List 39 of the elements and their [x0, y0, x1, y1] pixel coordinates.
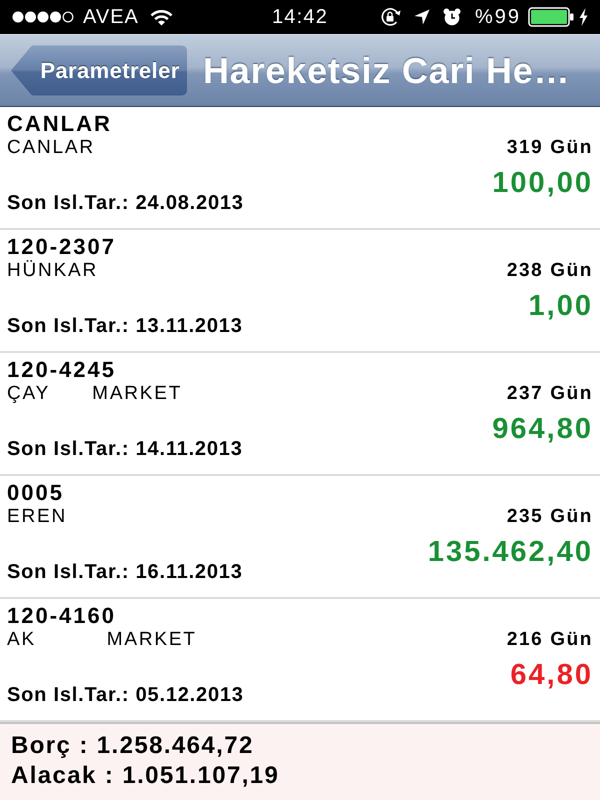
inactive-days: 238 Gün	[506, 260, 593, 282]
account-name: AK MARKET	[7, 629, 197, 651]
battery-percentage: %99	[474, 5, 521, 29]
location-arrow-icon	[414, 9, 430, 25]
battery-icon	[528, 7, 574, 27]
last-transaction-date: Son Isl.Tar.: 16.11.2013	[7, 561, 243, 583]
account-code: 120-4245	[7, 357, 116, 383]
balance-amount: 100,00	[492, 166, 593, 200]
charging-bolt-icon	[579, 8, 588, 26]
screen-title: Hareketsiz Cari He…	[203, 50, 570, 92]
account-code: CANLAR	[7, 111, 112, 137]
signal-strength-icon	[12, 11, 74, 23]
inactive-days: 216 Gün	[506, 629, 593, 651]
balance-amount: 135.462,40	[428, 535, 593, 569]
total-line: Borç : 1.258.464,72	[11, 731, 254, 761]
total-line: Alacak : 1.051.107,19	[11, 761, 280, 791]
inactive-days: 319 Gün	[506, 137, 593, 159]
balance-amount: 1,00	[528, 289, 593, 323]
clock-time: 14:42	[272, 5, 328, 29]
account-name: EREN	[7, 506, 67, 528]
account-code: 0005	[7, 480, 64, 506]
last-transaction-date: Son Isl.Tar.: 13.11.2013	[7, 315, 243, 337]
carrier-name: AVEA	[83, 5, 139, 29]
last-transaction-date: Son Isl.Tar.: 24.08.2013	[7, 192, 244, 214]
balance-amount: 64,80	[510, 658, 593, 692]
rotation-lock-icon	[380, 7, 401, 27]
last-transaction-date: Son Isl.Tar.: 05.12.2013	[7, 684, 244, 706]
inactive-days: 235 Gün	[506, 506, 593, 528]
account-code: 120-4160	[7, 603, 116, 629]
alarm-clock-icon	[442, 8, 461, 26]
inactive-days: 237 Gün	[506, 383, 593, 405]
account-name: ÇAY MARKET	[7, 383, 182, 405]
wifi-icon	[150, 8, 173, 26]
last-transaction-date: Son Isl.Tar.: 14.11.2013	[7, 438, 243, 460]
back-button[interactable]: Parametreler	[10, 44, 188, 96]
account-code: 120-2307	[7, 234, 116, 260]
account-name: CANLAR	[7, 137, 95, 159]
balance-amount: 964,80	[492, 412, 593, 446]
account-name: HÜNKAR	[7, 260, 98, 282]
